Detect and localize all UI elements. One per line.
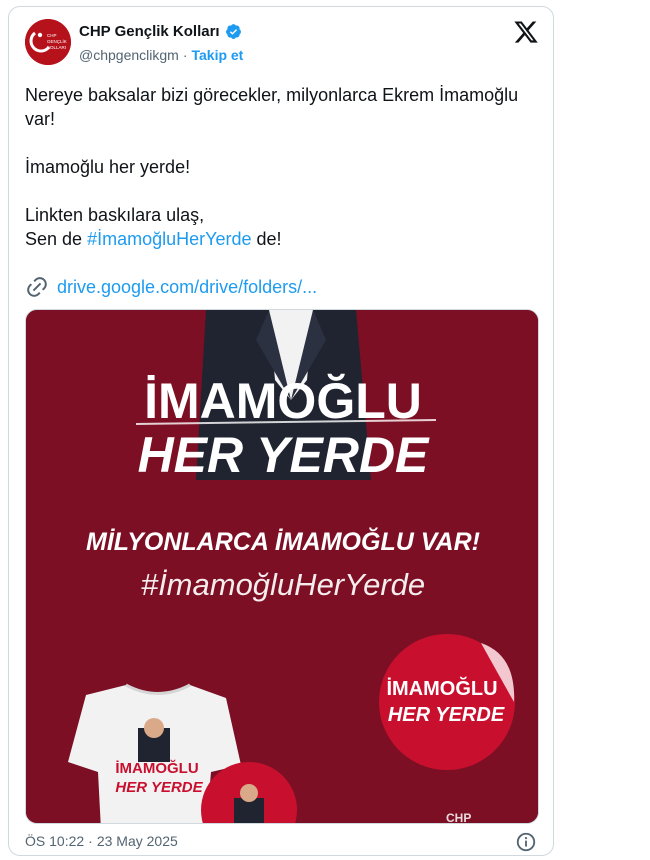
avatar[interactable]: CHP GENÇLİK KOLLARI xyxy=(25,19,71,65)
tshirt-line-1: İMAMOĞLU xyxy=(115,759,198,777)
date-separator: · xyxy=(88,833,93,849)
poster-headline-2: HER YERDE xyxy=(138,427,430,483)
poster-corner-text: CHP xyxy=(446,811,471,824)
timestamp-row[interactable]: ÖS 10:22 · 23 May 2025 xyxy=(25,833,178,849)
tweet-paragraph-3-line-1: Linkten baskılara ulaş, xyxy=(25,205,205,225)
drive-link[interactable]: drive.google.com/drive/folders/... xyxy=(25,275,317,299)
verified-badge-icon xyxy=(225,24,241,39)
tweet-time: ÖS 10:22 xyxy=(25,833,85,849)
follow-button[interactable]: Takip et xyxy=(191,47,243,63)
campaign-poster: İMAMOĞLU HER YERDE MİLYONLARCA İMAMOĞLU … xyxy=(26,310,538,824)
poster-slogan: MİLYONLARCA İMAMOĞLU VAR! xyxy=(86,526,480,556)
poster-hashtag: #İmamoğluHerYerde xyxy=(141,567,425,602)
tweet-text-suffix: de! xyxy=(251,229,282,249)
avatar-text-bot: KOLLARI xyxy=(47,45,66,50)
sticker-line-2: HER YERDE xyxy=(388,704,505,726)
hashtag-link[interactable]: #İmamoğluHerYerde xyxy=(87,229,251,249)
display-name[interactable]: CHP Gençlik Kolları xyxy=(79,23,220,40)
avatar-text-mid: GENÇLİK xyxy=(47,38,67,44)
chp-genclik-logo-icon: CHP GENÇLİK KOLLARI xyxy=(25,19,71,65)
info-icon[interactable] xyxy=(515,831,537,853)
tweet-date: 23 May 2025 xyxy=(96,833,178,849)
avatar-text-top: CHP xyxy=(47,33,57,38)
tshirt-line-2: HER YERDE xyxy=(115,779,203,796)
tweet-text-prefix: Sen de xyxy=(25,229,88,249)
sticker-line-1: İMAMOĞLU xyxy=(386,676,497,700)
sticker-graphic: İMAMOĞLU HER YERDE xyxy=(379,634,515,770)
tweet-paragraph-2: İmamoğlu her yerde! xyxy=(25,157,191,177)
handle-row: @chpgenclikgm · Takip et xyxy=(79,47,243,63)
tweet-media-image[interactable]: İMAMOĞLU HER YERDE MİLYONLARCA İMAMOĞLU … xyxy=(25,309,539,824)
handle[interactable]: @chpgenclikgm xyxy=(79,47,179,63)
tweet-text: Nereye baksalar bizi görecekler, milyonl… xyxy=(25,83,535,251)
tweet-paragraph-1: Nereye baksalar bizi görecekler, milyonl… xyxy=(25,85,519,129)
separator: · xyxy=(182,47,188,63)
x-logo-icon[interactable] xyxy=(513,19,539,45)
link-icon xyxy=(27,277,47,297)
tweet-card: CHP GENÇLİK KOLLARI CHP Gençlik Kolları … xyxy=(8,6,554,856)
link-text: drive.google.com/drive/folders/... xyxy=(57,276,318,297)
name-row: CHP Gençlik Kolları xyxy=(79,23,242,40)
tweet-paragraph-3-line-2: Sen de #İmamoğluHerYerde de! xyxy=(25,227,535,251)
